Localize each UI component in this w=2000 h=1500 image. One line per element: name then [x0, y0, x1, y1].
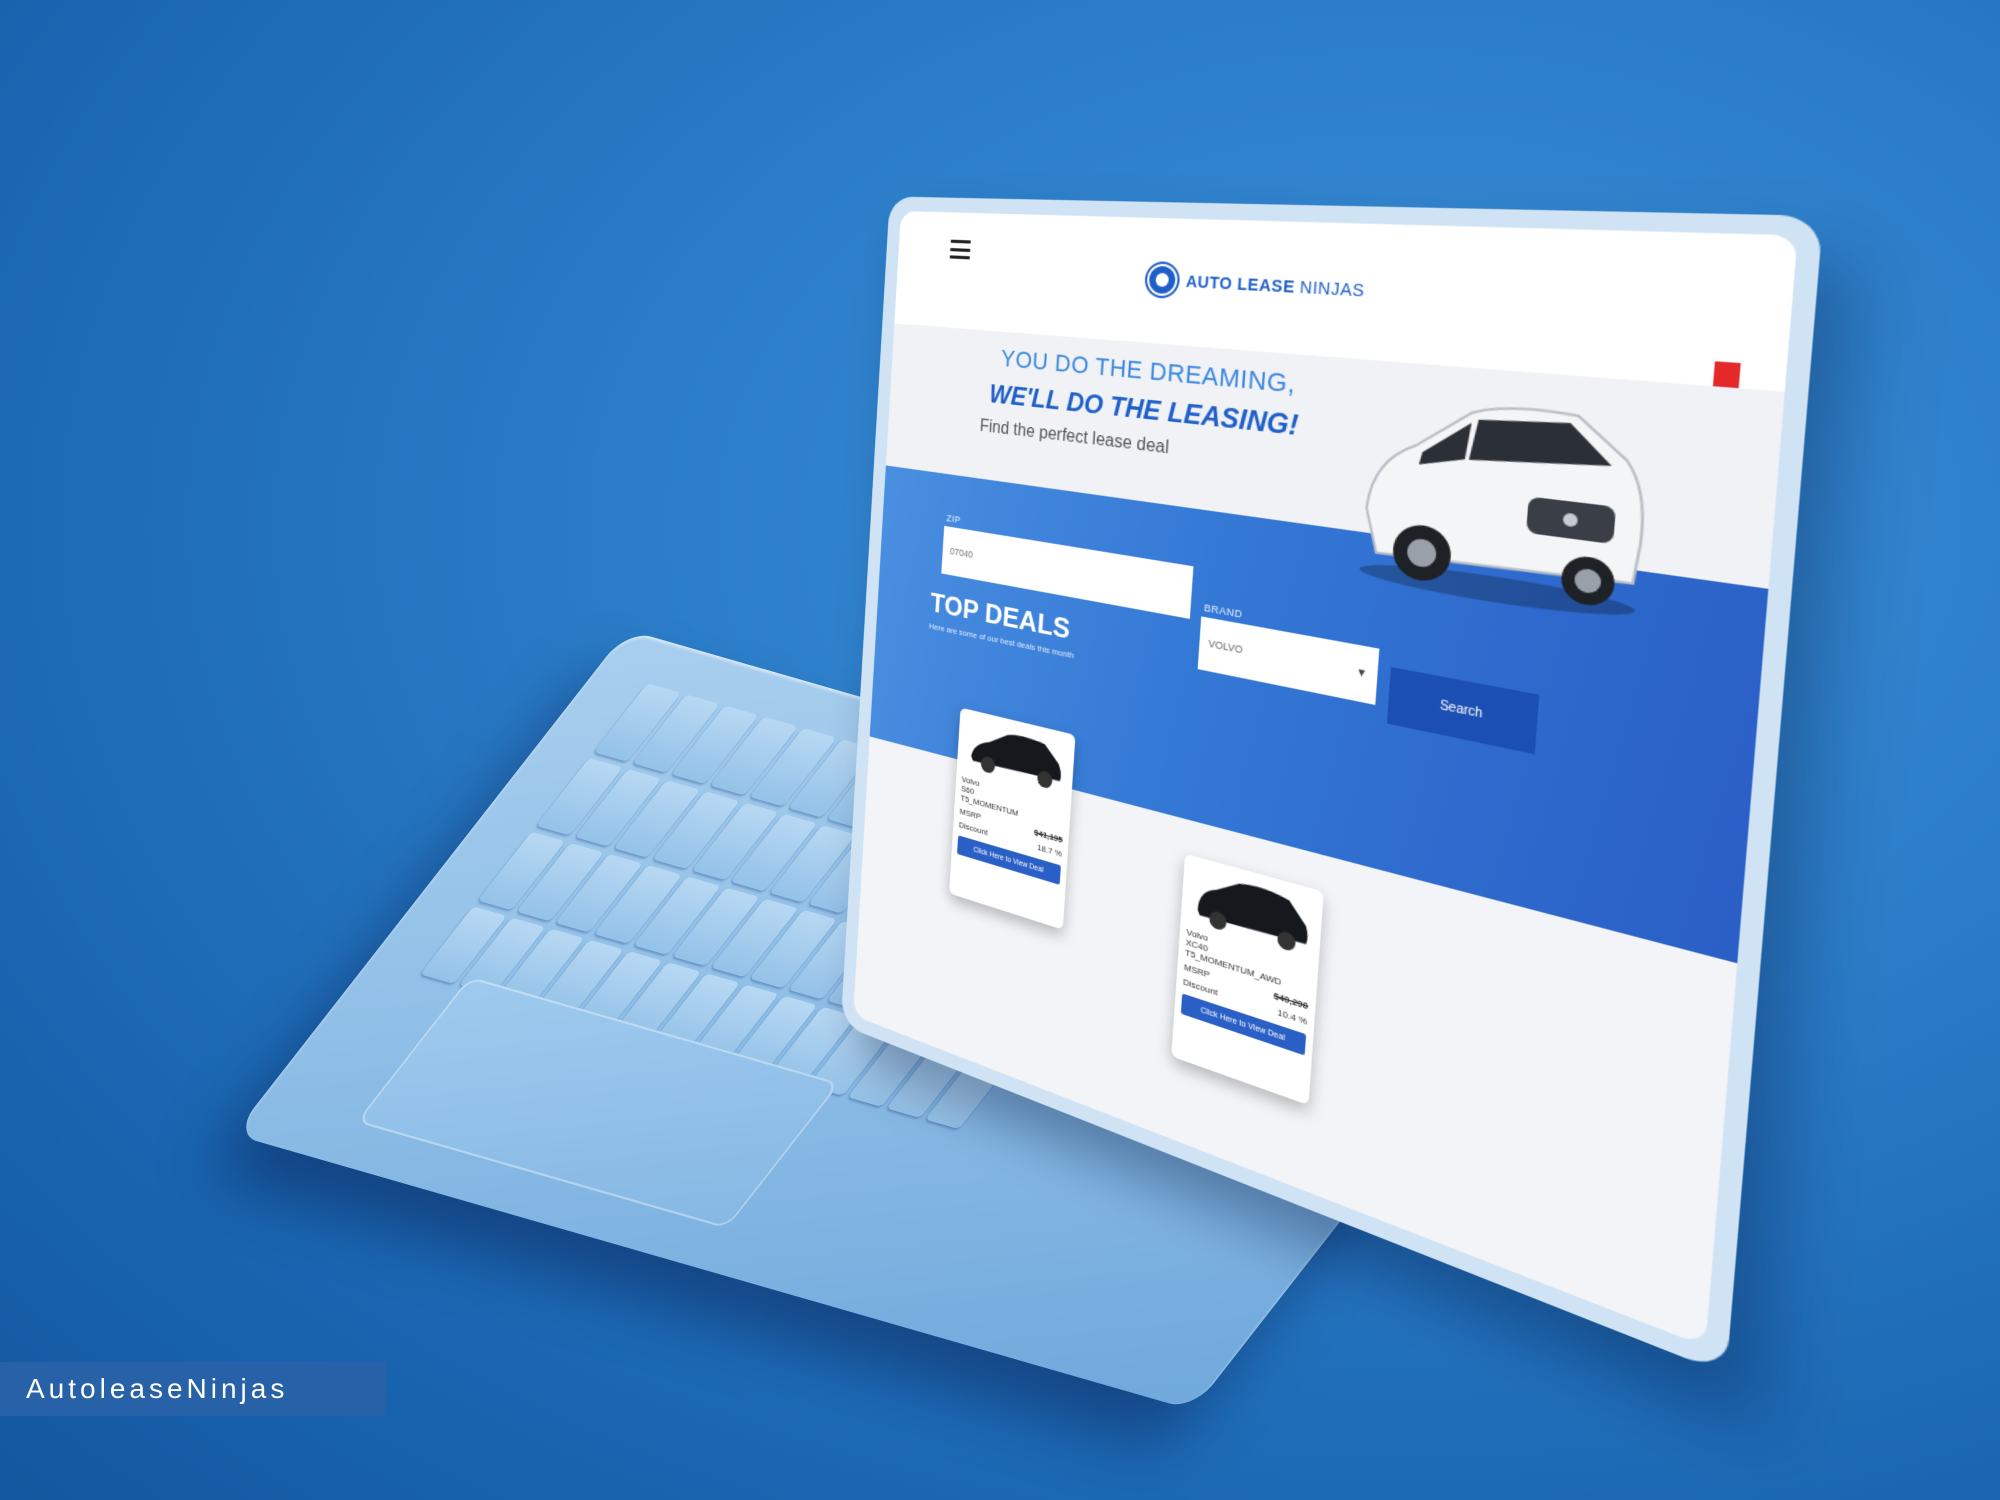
watermark-label: AutoleaseNinjas	[0, 1362, 386, 1416]
brand-logo-link[interactable]: AUTO LEASE NINJAS	[1146, 263, 1366, 307]
brand-name: AUTO LEASE NINJAS	[1185, 272, 1365, 300]
deal-msrp-label: MSRP	[959, 806, 981, 821]
chevron-down-icon: ▼	[1356, 665, 1368, 679]
zip-label: ZIP	[946, 513, 961, 526]
brand-name-light: NINJAS	[1294, 277, 1365, 300]
menu-bar	[950, 255, 970, 259]
ninja-logo-icon	[1146, 263, 1178, 296]
hamburger-menu-icon[interactable]	[950, 240, 971, 260]
brand-name-bold: AUTO LEASE	[1185, 272, 1295, 296]
menu-bar	[951, 240, 971, 244]
deal-discount-value: 18.7 %	[1037, 842, 1062, 859]
menu-bar	[950, 247, 970, 251]
deal-card[interactable]: Volvo S60 T5_MOMENTUM MSRP $41,195 Disco…	[949, 708, 1075, 930]
brand-select-value: VOLVO	[1208, 638, 1243, 656]
deal-card[interactable]: Volvo XC40 T5_MOMENTUM_AWD MSRP $40,290 …	[1171, 854, 1324, 1106]
